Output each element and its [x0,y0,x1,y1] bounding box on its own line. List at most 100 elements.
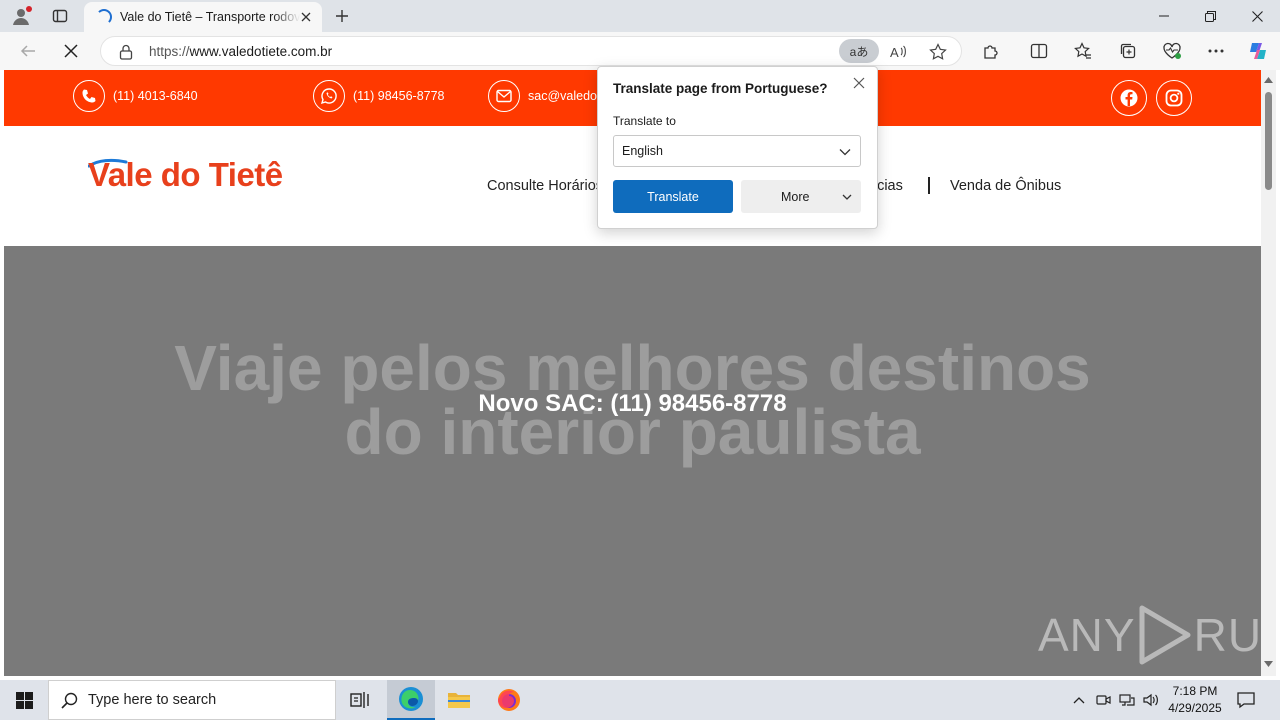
window-close-button[interactable] [1234,0,1280,32]
lock-icon[interactable] [119,44,133,63]
svg-text:A: A [890,45,899,60]
translate-to-label: Translate to [613,114,676,128]
scroll-down-arrow-icon[interactable] [1264,660,1273,668]
contact-whatsapp-text: (11) 98456-8778 [353,89,445,103]
play-icon [1139,605,1191,665]
network-icon[interactable] [1117,690,1137,710]
favorites-button[interactable] [1068,37,1098,65]
clock-time: 7:18 PM [1172,684,1218,698]
facebook-icon [1120,89,1138,107]
minimize-button[interactable] [1141,0,1187,32]
taskbar-firefox[interactable] [485,680,533,720]
volume-icon[interactable] [1141,690,1161,710]
page-scrollbar[interactable] [1261,70,1276,676]
collections-button[interactable] [1113,37,1143,65]
tray-overflow-chevron-icon[interactable] [1069,690,1089,710]
language-select-value: English [622,144,663,158]
taskbar-search-placeholder: Type here to search [88,692,217,708]
taskbar-edge[interactable] [387,680,435,720]
arrow-left-icon [20,45,35,57]
heartbeat-icon [1163,42,1181,59]
mail-icon [488,80,520,112]
close-icon [64,44,78,58]
search-icon [61,692,78,709]
taskbar-search-box[interactable]: Type here to search [48,680,336,720]
read-aloud-icon[interactable]: A [887,41,909,63]
loading-spinner-icon [96,9,112,25]
browser-essentials-button[interactable] [1157,37,1187,65]
split-screen-icon [1030,43,1048,59]
collections-icon [1120,43,1136,59]
firefox-icon [498,689,520,711]
instagram-link[interactable] [1156,80,1192,116]
site-logo[interactable]: Vale do Tietê [88,156,283,194]
start-button[interactable] [0,680,48,720]
split-screen-button[interactable] [1024,37,1054,65]
translate-button[interactable]: Translate [613,180,733,213]
nav-venda-de-onibus[interactable]: Venda de Ônibus [950,178,1061,194]
notification-center-button[interactable] [1236,690,1256,713]
contact-email-text: sac@valedo [528,89,597,103]
tab-close-button[interactable] [298,9,314,25]
back-button[interactable] [13,37,43,65]
settings-more-button[interactable] [1201,37,1231,65]
contact-phone[interactable]: (11) 4013-6840 [73,80,198,112]
watermark-right: RUN [1193,609,1261,661]
instagram-icon [1165,89,1183,107]
close-icon [301,12,311,22]
phone-icon [73,80,105,112]
url-host: www.valedotiete.com.br [189,44,333,59]
folder-icon [448,693,470,708]
more-button[interactable]: More [741,180,861,213]
contact-whatsapp[interactable]: (11) 98456-8778 [313,80,445,112]
scrollbar-thumb[interactable] [1265,92,1272,190]
minimize-icon [1159,15,1169,17]
anyrun-watermark: ANY RUN [1038,604,1261,666]
taskbar-file-explorer[interactable] [435,680,483,720]
nav-consulte-horarios[interactable]: Consulte Horários [487,178,603,194]
copilot-icon [1250,43,1266,59]
puzzle-icon [984,45,998,59]
windows-logo-icon [15,691,33,709]
favorites-icon [1074,42,1091,59]
contact-phone-text: (11) 4013-6840 [113,89,198,103]
clock-date: 4/29/2025 [1168,701,1222,715]
chevron-down-icon [842,194,852,200]
url-scheme: https:// [149,44,190,59]
scroll-up-arrow-icon[interactable] [1264,76,1273,84]
tray-meet-icon[interactable] [1093,690,1113,710]
more-button-label: More [781,189,810,204]
tab-strip: Vale do Tietê – Transporte rodoviário [0,0,1280,32]
task-view-button[interactable] [336,680,384,720]
favorite-star-icon[interactable] [927,41,949,63]
restore-icon [1204,10,1216,22]
address-bar[interactable]: https://www.valedotiete.com.br aあ A [100,36,962,66]
copilot-button[interactable] [1243,37,1273,65]
hero-sac-text: Novo SAC: (11) 98456-8778 [478,390,787,417]
edge-icon [399,687,423,711]
profile-alert-dot [26,6,32,12]
extensions-button[interactable] [976,37,1006,65]
translate-icon[interactable]: aあ [839,39,879,63]
stop-loading-button[interactable] [56,37,86,65]
whatsapp-icon [313,80,345,112]
translate-popup: Translate page from Portuguese? Translat… [597,66,878,229]
url-text[interactable]: https://www.valedotiete.com.br [149,44,332,59]
close-icon [1251,10,1263,22]
plus-icon [336,10,348,22]
translate-popup-title: Translate page from Portuguese? [613,81,828,96]
profile-button[interactable] [8,4,34,28]
task-view-icon [350,692,369,708]
language-select[interactable]: English [613,135,861,167]
restore-button[interactable] [1187,0,1233,32]
tab-active[interactable]: Vale do Tietê – Transporte rodoviário [84,2,322,32]
facebook-link[interactable] [1111,80,1147,116]
new-tab-button[interactable] [330,4,354,28]
taskbar-clock[interactable]: 7:18 PM 4/29/2025 [1160,683,1230,717]
browser-toolbar: https://www.valedotiete.com.br aあ A [0,32,1280,70]
close-icon [853,77,865,89]
tab-actions-button[interactable] [46,4,74,28]
contact-email[interactable]: sac@valedo [488,80,597,112]
translate-popup-close-button[interactable] [851,75,867,91]
tab-title: Vale do Tietê – Transporte rodoviário [120,10,300,24]
